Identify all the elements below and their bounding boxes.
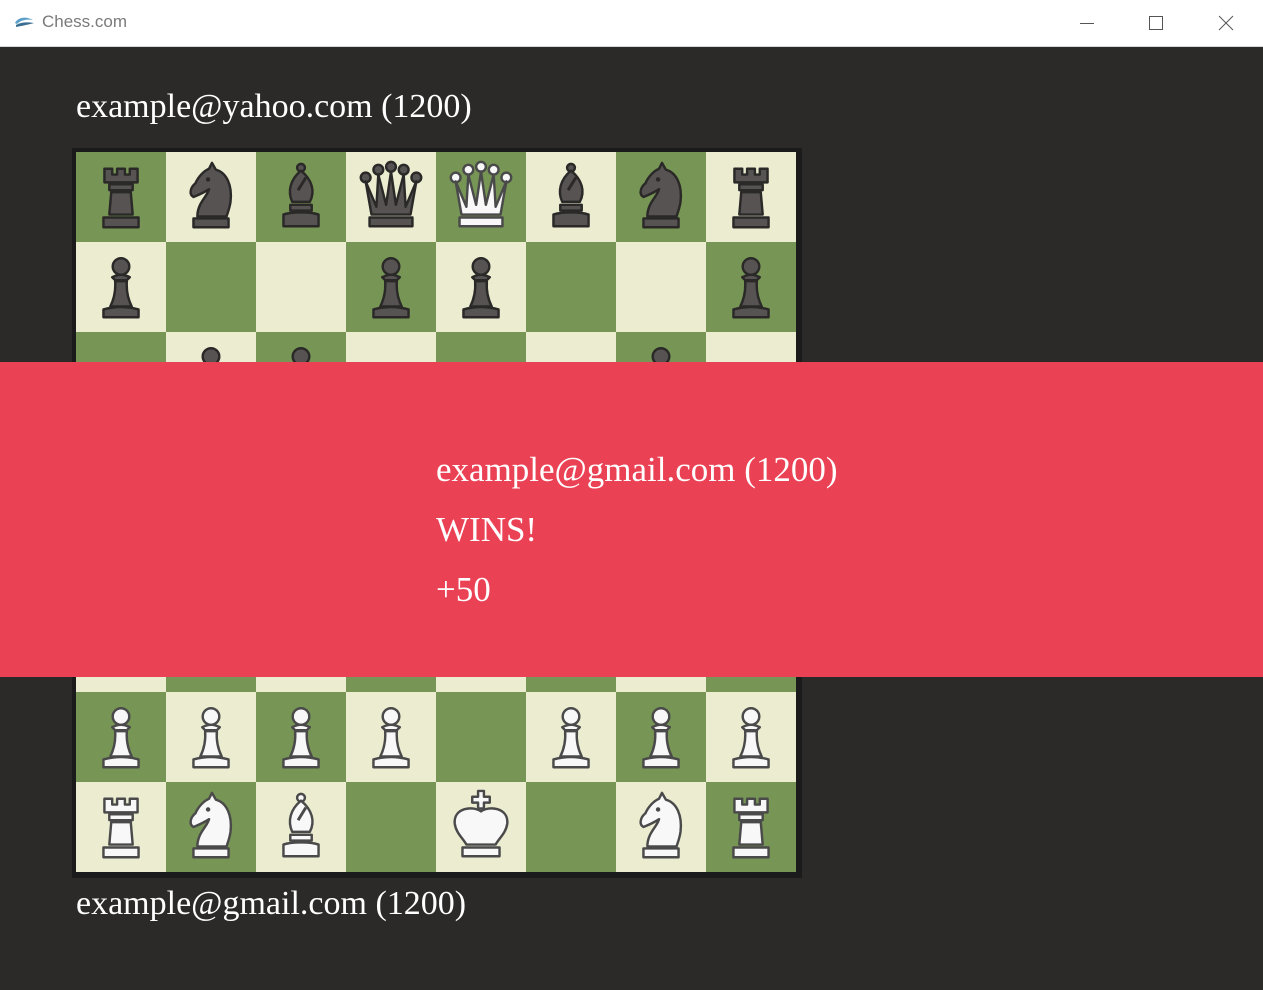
black-rook-icon[interactable]	[82, 158, 160, 236]
square-g1[interactable]	[616, 782, 706, 872]
square-h2[interactable]	[706, 692, 796, 782]
white-pawn-icon[interactable]	[82, 698, 160, 776]
maximize-button[interactable]	[1121, 0, 1191, 46]
game-result-banner	[0, 362, 1263, 677]
square-h8[interactable]	[706, 152, 796, 242]
black-bishop-icon[interactable]	[532, 158, 610, 236]
winner-name: example@gmail.com (1200)	[436, 450, 838, 489]
close-button[interactable]	[1191, 0, 1261, 46]
window-title: Chess.com	[42, 12, 128, 31]
square-h1[interactable]	[706, 782, 796, 872]
white-knight-icon[interactable]	[622, 788, 700, 866]
white-king-icon[interactable]	[442, 788, 520, 866]
white-bishop-icon[interactable]	[262, 788, 340, 866]
white-pawn-icon[interactable]	[352, 698, 430, 776]
rating-change: +50	[436, 570, 491, 609]
white-pawn-icon[interactable]	[532, 698, 610, 776]
square-b7[interactable]	[166, 242, 256, 332]
square-c1[interactable]	[256, 782, 346, 872]
white-pawn-icon[interactable]	[712, 698, 790, 776]
window-titlebar: Chess.com	[0, 0, 1263, 47]
square-c7[interactable]	[256, 242, 346, 332]
square-d1[interactable]	[346, 782, 436, 872]
black-knight-icon[interactable]	[622, 158, 700, 236]
white-rook-icon[interactable]	[712, 788, 790, 866]
square-g2[interactable]	[616, 692, 706, 782]
square-b2[interactable]	[166, 692, 256, 782]
black-queen-icon[interactable]	[352, 158, 430, 236]
square-h7[interactable]	[706, 242, 796, 332]
square-f1[interactable]	[526, 782, 616, 872]
square-a2[interactable]	[76, 692, 166, 782]
bottom-player-label: example@gmail.com (1200)	[76, 885, 467, 922]
square-d2[interactable]	[346, 692, 436, 782]
square-a7[interactable]	[76, 242, 166, 332]
white-queen-icon[interactable]	[442, 158, 520, 236]
square-a1[interactable]	[76, 782, 166, 872]
square-f8[interactable]	[526, 152, 616, 242]
white-knight-icon[interactable]	[172, 788, 250, 866]
square-a8[interactable]	[76, 152, 166, 242]
square-e7[interactable]	[436, 242, 526, 332]
black-rook-icon[interactable]	[712, 158, 790, 236]
maximize-icon	[1149, 16, 1163, 30]
white-pawn-icon[interactable]	[622, 698, 700, 776]
square-g8[interactable]	[616, 152, 706, 242]
white-rook-icon[interactable]	[82, 788, 160, 866]
black-knight-icon[interactable]	[172, 158, 250, 236]
black-pawn-icon[interactable]	[352, 248, 430, 326]
square-c8[interactable]	[256, 152, 346, 242]
black-pawn-icon[interactable]	[442, 248, 520, 326]
square-c2[interactable]	[256, 692, 346, 782]
white-pawn-icon[interactable]	[172, 698, 250, 776]
black-pawn-icon[interactable]	[712, 248, 790, 326]
white-pawn-icon[interactable]	[262, 698, 340, 776]
minimize-icon	[1080, 23, 1094, 24]
black-bishop-icon[interactable]	[262, 158, 340, 236]
black-pawn-icon[interactable]	[82, 248, 160, 326]
chess-com-pawn-icon	[15, 17, 34, 27]
square-b1[interactable]	[166, 782, 256, 872]
square-e8[interactable]	[436, 152, 526, 242]
square-g7[interactable]	[616, 242, 706, 332]
square-e1[interactable]	[436, 782, 526, 872]
square-f7[interactable]	[526, 242, 616, 332]
square-b8[interactable]	[166, 152, 256, 242]
minimize-button[interactable]	[1052, 0, 1122, 46]
square-d8[interactable]	[346, 152, 436, 242]
square-d7[interactable]	[346, 242, 436, 332]
square-e2[interactable]	[436, 692, 526, 782]
winner-status: WINS!	[436, 510, 538, 549]
square-f2[interactable]	[526, 692, 616, 782]
top-player-label: example@yahoo.com (1200)	[76, 88, 472, 125]
close-icon	[1218, 15, 1234, 31]
